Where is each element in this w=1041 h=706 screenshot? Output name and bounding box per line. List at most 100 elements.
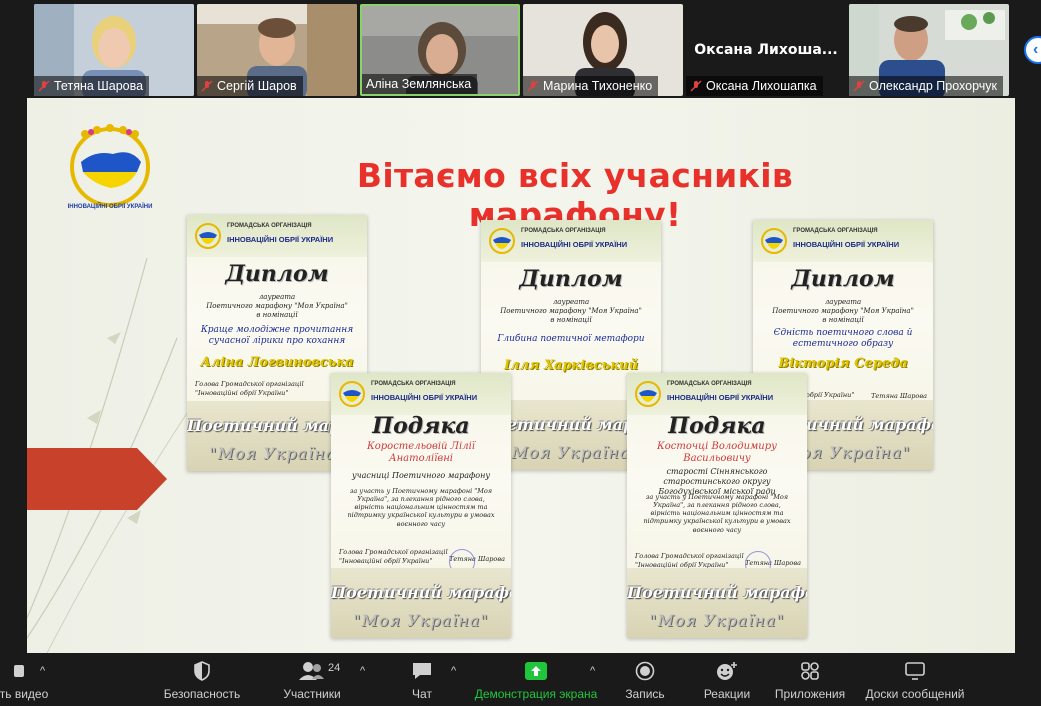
chat-icon: [413, 663, 431, 679]
decorative-arrow: [27, 448, 167, 510]
cert-intro: лауреата: [824, 298, 862, 306]
org-logo-icon: [195, 223, 221, 249]
cert-org: ІННОВАЦІЙНІ ОБРІЇ УКРАЇНИ: [793, 240, 900, 249]
participant-name: Олександр Прохорчук: [869, 79, 997, 93]
cert-nomination: Глибина поетичної метафори: [497, 334, 645, 344]
whiteboards-button[interactable]: Доски сообщений: [860, 653, 970, 706]
participant-nameplate: Сергій Шаров: [197, 76, 303, 96]
cert-winner: Ілля Харківський: [503, 358, 639, 373]
participant-nameplate: Аліна Землянська: [362, 74, 478, 94]
cert-org-small: ГРОМАДСЬКА ОРГАНІЗАЦІЯ: [793, 228, 878, 234]
participants-count: 24: [328, 662, 341, 674]
org-logo: ІННОВАЦІЙНІ ОБРІЇ УКРАЇНИ: [68, 124, 152, 210]
apps-label: Приложения: [774, 687, 846, 701]
cert-body: за участь у Поетичному марафоні "Моя Укр…: [643, 493, 791, 534]
chat-button[interactable]: Чат: [400, 653, 444, 706]
cert-nomination: Єдність поетичного слова й естетичного о…: [773, 328, 913, 349]
cert-sign: Голова Громадської організації: [195, 380, 304, 388]
cert-intro: лауреата: [552, 298, 590, 306]
cert-footer-title: Поетичний марафон: [331, 583, 511, 602]
participant-tile-alina[interactable]: Аліна Землянська: [360, 4, 520, 96]
video-gallery: Тетяна Шарова Сергій Шаров Аліна Землянс…: [0, 0, 1041, 98]
cert-org: ІННОВАЦІЙНІ ОБРІЇ УКРАЇНИ: [521, 240, 628, 249]
cert-intro: в номінації: [550, 316, 592, 324]
emoji-plus-icon: [717, 662, 737, 680]
cert-body: за участь у Поетичному марафоні "Моя Укр…: [347, 487, 495, 528]
cert-sign: "Інноваційні обрії України": [195, 389, 289, 397]
record-button[interactable]: Запись: [620, 653, 670, 706]
cert-winner: Вікторія Середа: [778, 356, 908, 371]
cert-intro: Поетичного марафону "Моя Україна": [500, 307, 642, 315]
mic-muted-icon: [201, 80, 213, 92]
cert-sign: "Інноваційні обрії України": [339, 557, 433, 565]
mic-muted-icon: [38, 80, 50, 92]
participants-button[interactable]: Участники: [280, 653, 344, 706]
meeting-toolbar: ть видео ^ Безопасность Участники 24 ^ Ч…: [0, 653, 1041, 706]
cert-org-small: ГРОМАДСЬКА ОРГАНІЗАЦІЯ: [371, 381, 456, 387]
cert-intro: в номінації: [822, 316, 864, 324]
cert-intro: Поетичного марафону "Моя Україна": [206, 302, 348, 310]
cert-footer-subtitle: "Моя Україна": [353, 611, 489, 630]
mic-muted-icon: [853, 80, 865, 92]
cert-org: ІННОВАЦІЙНІ ОБРІЇ УКРАЇНИ: [371, 393, 478, 402]
cert-org-small: ГРОМАДСЬКА ОРГАНІЗАЦІЯ: [227, 223, 312, 229]
participant-name: Тетяна Шарова: [54, 79, 144, 93]
security-label: Безопасность: [163, 687, 241, 701]
people-icon: [299, 662, 324, 680]
video-label: ть видео: [0, 687, 49, 701]
participant-tile-maryna[interactable]: Марина Тихоненко: [523, 4, 683, 96]
participant-name: Марина Тихоненко: [543, 79, 653, 93]
camera-icon: [14, 665, 24, 677]
reactions-button[interactable]: Реакции: [698, 653, 756, 706]
reactions-label: Реакции: [703, 687, 751, 701]
cert-org-small: ГРОМАДСЬКА ОРГАНІЗАЦІЯ: [667, 381, 752, 387]
share-screen-button[interactable]: Демонстрация экрана: [472, 653, 600, 706]
share-screen-label: Демонстрация экрана: [474, 687, 598, 701]
org-logo-icon: [761, 228, 787, 254]
cert-sign: Голова Громадської організації: [635, 552, 744, 560]
security-button[interactable]: Безопасность: [160, 653, 244, 706]
gratitude-card: ГРОМАДСЬКА ОРГАНІЗАЦІЯ ІННОВАЦІЙНІ ОБРІЇ…: [627, 373, 807, 638]
record-icon: [635, 661, 655, 681]
cert-footer-title: Поетичний марафон: [627, 583, 807, 602]
participant-name: Оксана Лихошапка: [706, 79, 817, 93]
cert-type: Подяка: [372, 413, 470, 439]
shield-icon: [194, 661, 210, 681]
video-button[interactable]: ть видео: [0, 653, 50, 706]
participant-tile-oksana[interactable]: Оксана Лихоша... Оксана Лихошапка: [686, 4, 846, 96]
shared-screen: ІННОВАЦІЙНІ ОБРІЇ УКРАЇНИ Вітаємо всіх у…: [27, 98, 1015, 653]
participant-tile-oleksandr[interactable]: Олександр Прохорчук: [849, 4, 1009, 96]
participant-tile-tetiana[interactable]: Тетяна Шарова: [34, 4, 194, 96]
whiteboards-label: Доски сообщений: [865, 687, 965, 701]
org-logo-icon: [635, 381, 661, 407]
cert-intro: лауреата: [258, 293, 296, 301]
participant-display-name: Оксана Лихоша...: [694, 42, 838, 58]
cert-intro: в номінації: [256, 311, 298, 319]
cert-footer-subtitle: "Моя Україна": [649, 611, 785, 630]
apps-button[interactable]: Приложения: [770, 653, 850, 706]
participant-name: Сергій Шаров: [217, 79, 297, 93]
participant-nameplate: Оксана Лихошапка: [686, 76, 823, 96]
cert-nomination: Краще молодіжне прочитання сучасної ліри…: [200, 325, 354, 346]
mic-muted-icon: [690, 80, 702, 92]
cert-winner: Аліна Логвиновська: [200, 355, 354, 370]
org-logo-icon: [339, 381, 365, 407]
record-label: Запись: [625, 687, 665, 701]
cert-intro: Поетичного марафону "Моя Україна": [772, 307, 914, 315]
cert-type: Диплом: [791, 266, 895, 292]
participant-name: Аліна Землянська: [366, 77, 472, 91]
chat-options-caret[interactable]: ^: [451, 665, 456, 677]
participant-tile-serhii[interactable]: Сергій Шаров: [197, 4, 357, 96]
cert-recipient: Коростельовій Лілії Анатоліївні: [367, 441, 475, 464]
video-options-caret[interactable]: ^: [40, 665, 45, 677]
apps-icon: [801, 662, 819, 680]
cert-org: ІННОВАЦІЙНІ ОБРІЇ УКРАЇНИ: [667, 393, 774, 402]
cert-sign: Голова Громадської організації: [339, 548, 448, 556]
participant-nameplate: Олександр Прохорчук: [849, 76, 1003, 96]
participant-nameplate: Марина Тихоненко: [523, 76, 659, 96]
participants-label: Участники: [283, 687, 341, 701]
collapse-gallery-button[interactable]: ‹: [1024, 36, 1041, 64]
cert-org: ІННОВАЦІЙНІ ОБРІЇ УКРАЇНИ: [227, 235, 334, 244]
share-options-caret[interactable]: ^: [590, 665, 595, 677]
participants-options-caret[interactable]: ^: [360, 665, 365, 677]
